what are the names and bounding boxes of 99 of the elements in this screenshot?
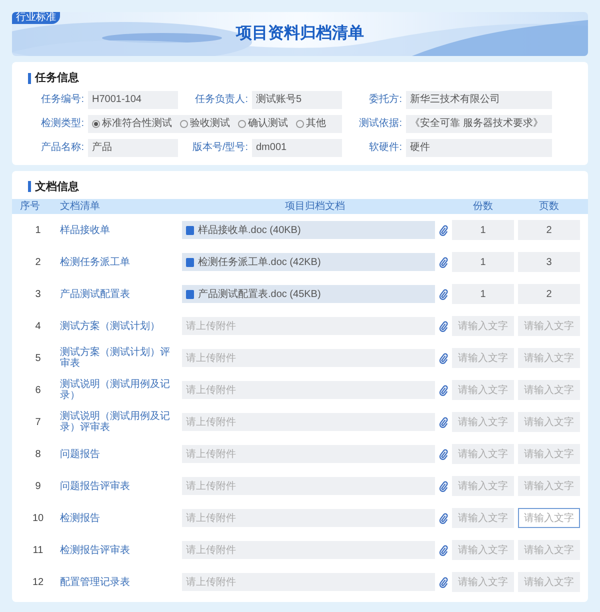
input-field[interactable]: 1 — [452, 220, 514, 240]
input-field[interactable]: 请输入文字 — [518, 316, 580, 336]
paperclip-icon[interactable] — [439, 576, 448, 588]
row-number: 10 — [31, 512, 45, 526]
field-label: 版本号/型号: — [191, 140, 248, 155]
input-field[interactable]: dm001 — [252, 138, 342, 156]
document-name: 配置管理记录表 — [60, 576, 131, 588]
column-header: 文档清单 — [60, 200, 101, 214]
paperclip-icon[interactable] — [439, 480, 448, 492]
paperclip-icon[interactable] — [439, 384, 448, 396]
file-name: 检测任务派工单.doc (42KB) — [198, 256, 321, 270]
document-icon — [186, 290, 194, 298]
attachment-field[interactable]: 样品接收单.doc (40KB) — [182, 221, 435, 239]
attachment-field[interactable]: 检测任务派工单.doc (42KB) — [182, 253, 435, 271]
column-header: 份数 — [472, 200, 494, 214]
input-field[interactable]: 请输入文字 — [518, 412, 580, 432]
input-field[interactable]: 请输入文字 — [518, 508, 580, 528]
document-name: 问题报告评审表 — [60, 480, 131, 492]
input-field[interactable]: 产品 — [88, 138, 178, 156]
row-number: 9 — [34, 480, 42, 494]
section-title: 文档信息 — [35, 180, 79, 194]
document-name: 样品接收单 — [60, 224, 111, 236]
radio-option[interactable]: 标准符合性测试 — [92, 116, 172, 131]
field-label: 任务编号: — [40, 92, 84, 107]
input-field[interactable]: 请输入文字 — [452, 380, 514, 400]
document-name: 产品测试配置表 — [60, 288, 131, 300]
input-field[interactable]: 请输入文字 — [518, 572, 580, 592]
input-field[interactable]: 请输入文字 — [452, 572, 514, 592]
input-field[interactable]: 《安全可靠 服务器技术要求》 — [406, 114, 552, 132]
input-field[interactable]: 2 — [518, 220, 580, 240]
input-field[interactable]: 1 — [452, 252, 514, 272]
input-field[interactable]: 请输入文字 — [518, 380, 580, 400]
attachment-field[interactable]: 产品测试配置表.doc (45KB) — [182, 285, 435, 303]
paperclip-icon[interactable] — [439, 256, 448, 268]
paperclip-icon[interactable] — [439, 288, 448, 300]
column-header: 项目归档文档 — [284, 200, 346, 214]
field-label: 软硬件: — [368, 141, 402, 155]
document-name: 问题报告 — [60, 448, 101, 460]
document-name: 测试说明（测试用例及记录） — [60, 379, 171, 401]
row-number: 8 — [34, 448, 42, 462]
input-field[interactable]: 请输入文字 — [452, 444, 514, 464]
input-field[interactable]: H7001-104 — [88, 90, 178, 108]
input-field[interactable]: 3 — [518, 252, 580, 272]
input-field[interactable]: 请输入文字 — [518, 540, 580, 560]
section-marker — [28, 181, 31, 192]
document-name: 检测任务派工单 — [60, 256, 131, 268]
row-number: 12 — [31, 576, 45, 590]
row-number: 5 — [34, 352, 42, 366]
document-name: 测试说明（测试用例及记录）评审表 — [60, 411, 171, 433]
file-name: 样品接收单.doc (40KB) — [198, 224, 301, 238]
radio-option[interactable]: 验收测试 — [180, 116, 230, 131]
paperclip-icon[interactable] — [439, 416, 448, 428]
column-header: 序号 — [20, 200, 41, 214]
column-header: 页数 — [538, 200, 560, 214]
paperclip-icon[interactable] — [439, 448, 448, 460]
field-label: 委托方: — [368, 92, 402, 107]
field-label: 产品名称: — [40, 140, 84, 155]
field-label: 检测类型: — [40, 116, 84, 131]
input-field[interactable]: 测试账号5 — [252, 90, 342, 108]
file-name: 产品测试配置表.doc (45KB) — [198, 288, 321, 302]
field-label: 测试依据: — [358, 116, 402, 131]
document-name: 测试方案（测试计划） — [60, 320, 161, 332]
radio-option[interactable]: 其他 — [296, 116, 326, 131]
input-field[interactable]: 请输入文字 — [452, 316, 514, 336]
section-title: 任务信息 — [35, 70, 79, 86]
row-number: 2 — [34, 256, 42, 270]
input-field[interactable]: 请输入文字 — [518, 476, 580, 496]
paperclip-icon[interactable] — [439, 320, 448, 332]
row-number: 4 — [34, 320, 42, 334]
input-field[interactable]: 请输入文字 — [452, 508, 514, 528]
input-field[interactable]: 请输入文字 — [452, 348, 514, 368]
input-field[interactable]: 新华三技术有限公司 — [406, 90, 552, 108]
row-number: 6 — [34, 384, 42, 398]
input-field[interactable]: 请输入文字 — [518, 444, 580, 464]
input-field[interactable]: 请输入文字 — [452, 412, 514, 432]
document-name: 检测报告评审表 — [60, 544, 131, 556]
document-icon — [186, 226, 194, 234]
input-field[interactable]: 请输入文字 — [452, 476, 514, 496]
row-number: 1 — [34, 224, 42, 238]
document-icon — [186, 258, 194, 266]
paperclip-icon[interactable] — [439, 544, 448, 556]
paperclip-icon[interactable] — [439, 512, 448, 524]
category-badge: 行业标准 — [12, 12, 60, 24]
section-marker — [28, 72, 31, 84]
row-number: 11 — [32, 544, 44, 558]
row-number: 3 — [34, 288, 42, 302]
document-name: 测试方案（测试计划）评审表 — [60, 347, 171, 369]
input-field[interactable]: 请输入文字 — [518, 348, 580, 368]
input-field[interactable]: 请输入文字 — [452, 540, 514, 560]
radio-option[interactable]: 确认测试 — [238, 116, 288, 131]
field-label: 任务负责人: — [194, 92, 248, 107]
row-number: 7 — [34, 416, 42, 430]
input-field[interactable]: 硬件 — [406, 138, 552, 156]
paperclip-icon[interactable] — [439, 224, 448, 236]
document-name: 检测报告 — [60, 512, 101, 524]
page-title: 项目资料归档清单 — [236, 24, 364, 44]
paperclip-icon[interactable] — [439, 352, 448, 364]
input-field[interactable]: 2 — [518, 284, 580, 304]
input-field[interactable]: 1 — [452, 284, 514, 304]
